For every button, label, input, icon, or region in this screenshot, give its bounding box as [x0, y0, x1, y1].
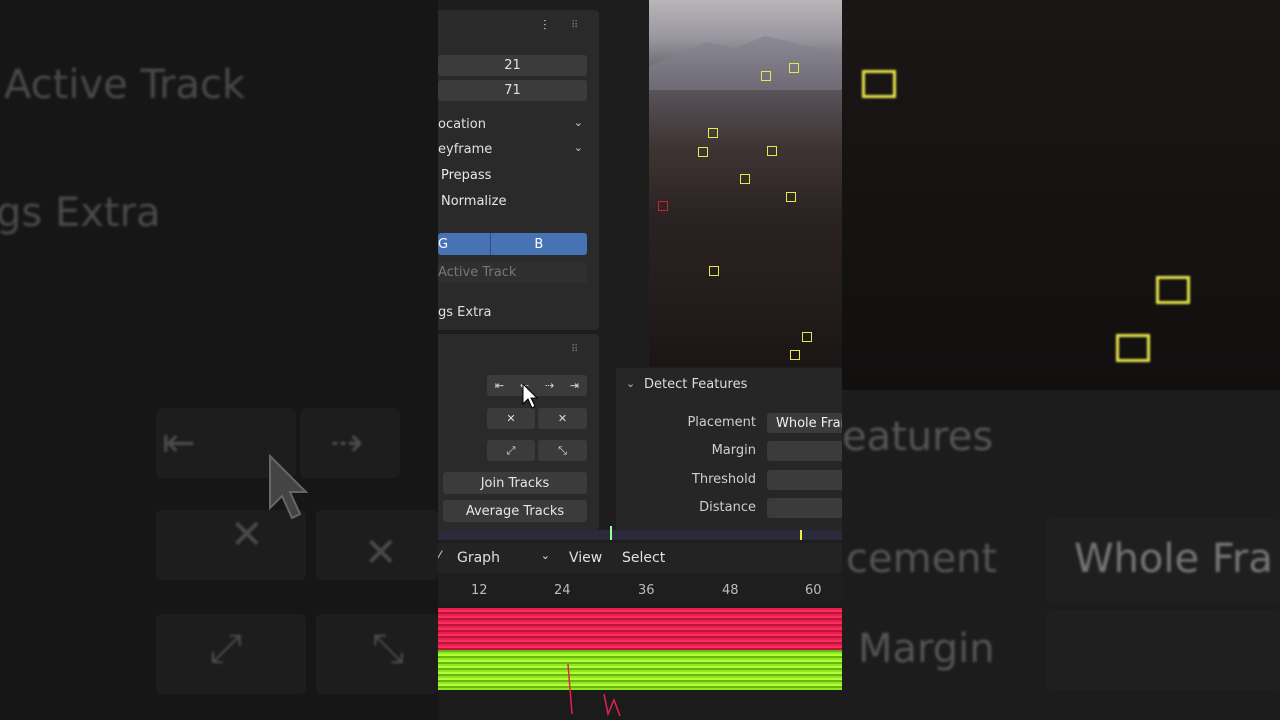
- background-right: eatures cement Whole Fra Margin: [842, 0, 1280, 720]
- margin-field[interactable]: [767, 441, 842, 461]
- ghost-whole-frame-text: Whole Fra: [1074, 536, 1273, 582]
- ghost-settings-extra-text: gs Extra: [0, 190, 161, 236]
- chevron-down-icon: ⌄: [573, 116, 583, 129]
- search-size-field[interactable]: 71: [438, 80, 587, 101]
- track-marker[interactable]: [790, 350, 800, 360]
- track-marker[interactable]: [786, 192, 796, 202]
- track-forward-icon[interactable]: ⇥: [570, 379, 579, 392]
- drag-handle-icon[interactable]: ⠿: [571, 20, 578, 31]
- track-marker: [1116, 334, 1150, 362]
- track-panel: ⠿ ⇤ ⇠ ⇢ ⇥ ✕ ✕ ⤢ ⤡ Join Tracks Average Tr…: [438, 334, 599, 530]
- ruler-tick: 60: [805, 583, 822, 598]
- refine-forward-icon: ⤡: [558, 443, 567, 457]
- track-marker[interactable]: [708, 128, 718, 138]
- mouse-cursor-icon: [522, 382, 539, 409]
- ruler-tick: 36: [638, 583, 655, 598]
- distance-label: Distance: [699, 500, 756, 515]
- mode-label: Graph: [457, 550, 500, 566]
- mouse-cursor-icon: [269, 453, 309, 520]
- collapse-chevron-icon[interactable]: ⌄: [626, 377, 635, 390]
- blender-clip-editor: ⫶ ⠿ 21 71 ocation ⌄ eyframe ⌄ Prepass No…: [438, 0, 842, 720]
- motion-model-dropdown[interactable]: ocation ⌄: [438, 114, 587, 135]
- ghost-active-track-text: Active Track: [4, 62, 246, 108]
- copy-from-active-track-button[interactable]: Active Track: [438, 262, 587, 283]
- match-dropdown[interactable]: eyframe ⌄: [438, 139, 587, 160]
- track-marker-disabled[interactable]: [658, 201, 668, 211]
- ghost-field: [1046, 610, 1280, 690]
- track-marker[interactable]: [802, 332, 812, 342]
- channel-toggle: G B: [438, 233, 587, 255]
- movie-clip-viewer[interactable]: [649, 0, 842, 367]
- settings-extra-header[interactable]: gs Extra: [438, 305, 491, 320]
- ghost-placement-text: cement: [846, 536, 998, 582]
- frame-ruler[interactable]: 12 24 36 48 60: [438, 576, 842, 604]
- chevron-down-icon: ⌄: [573, 141, 583, 154]
- motion-curves-graph[interactable]: [438, 604, 842, 720]
- jump-start-icon: ⇤: [162, 420, 196, 466]
- track-marker[interactable]: [740, 174, 750, 184]
- chevron-down-icon: ⌄: [540, 549, 550, 562]
- normalize-checkbox[interactable]: Normalize: [441, 194, 506, 209]
- detect-features-panel: ⌄ Detect Features Placement Whole Frame …: [616, 368, 842, 530]
- ruler-tick: 12: [471, 583, 488, 598]
- frame-indicator[interactable]: [610, 526, 612, 540]
- clear-after-button[interactable]: ✕: [538, 408, 587, 429]
- extend-icon: ⇢: [330, 420, 364, 466]
- join-icon: ⤢: [210, 626, 242, 672]
- error-curve: [567, 663, 621, 717]
- motion-model-value: ocation: [438, 117, 486, 132]
- margin-label: Margin: [711, 443, 756, 458]
- view-menu[interactable]: View: [569, 550, 602, 566]
- distance-field[interactable]: [767, 498, 842, 518]
- ghost-margin-text: Margin: [858, 626, 995, 672]
- threshold-label: Threshold: [691, 472, 756, 487]
- track-marker[interactable]: [709, 266, 719, 276]
- channel-b-toggle[interactable]: B: [490, 233, 587, 255]
- mountain-backdrop: [649, 36, 842, 90]
- track-next-frame-icon[interactable]: ⇢: [545, 379, 554, 392]
- track-marker: [1156, 276, 1190, 304]
- track-marker[interactable]: [698, 147, 708, 157]
- settings-sliders-icon[interactable]: ⫶: [543, 18, 547, 34]
- clear-before-button[interactable]: ✕: [487, 408, 535, 429]
- tracking-settings-panel: ⫶ ⠿ 21 71 ocation ⌄ eyframe ⌄ Prepass No…: [438, 10, 599, 330]
- mode-dropdown[interactable]: Graph ⌄: [448, 547, 552, 569]
- average-tracks-button[interactable]: Average Tracks: [443, 500, 587, 522]
- clear-after-icon: ✕: [557, 412, 568, 425]
- track-marker[interactable]: [767, 146, 777, 156]
- ruler-tick: 48: [722, 583, 739, 598]
- graph-header: ⁄ Graph ⌄ View Select: [438, 543, 842, 573]
- clear-before-icon: ✕: [506, 412, 516, 425]
- keyframe-marker: [800, 530, 802, 540]
- pattern-size-field[interactable]: 21: [438, 55, 587, 76]
- prepass-checkbox[interactable]: Prepass: [441, 168, 491, 183]
- track-marker[interactable]: [761, 71, 771, 81]
- clear-icon: ✕: [230, 512, 264, 558]
- ruler-tick: 24: [554, 583, 571, 598]
- join-icon: ⤡: [372, 626, 404, 672]
- refine-backward-icon: ⤢: [506, 443, 516, 457]
- join-tracks-button[interactable]: Join Tracks: [443, 472, 587, 494]
- track-marker[interactable]: [789, 63, 799, 73]
- refine-backward-button[interactable]: ⤢: [487, 440, 535, 461]
- drag-handle-icon[interactable]: ⠿: [571, 344, 578, 355]
- timeline-strip[interactable]: [438, 526, 842, 540]
- ghost-features-text: eatures: [842, 414, 994, 460]
- blurred-footage: [842, 0, 1280, 390]
- select-menu[interactable]: Select: [622, 550, 665, 566]
- graph-editor-icon[interactable]: ⁄: [438, 549, 440, 565]
- refine-forward-button[interactable]: ⤡: [538, 440, 587, 461]
- channel-g-toggle[interactable]: G: [438, 233, 491, 255]
- track-marker: [862, 70, 896, 98]
- detect-features-title[interactable]: Detect Features: [644, 377, 747, 392]
- threshold-field[interactable]: [767, 470, 842, 490]
- clear-icon: ✕: [364, 530, 398, 576]
- match-value: eyframe: [438, 142, 493, 157]
- track-backward-icon[interactable]: ⇤: [495, 379, 504, 392]
- background-left: Active Track gs Extra ⇤ ⇢ ✕ ✕ ⤢ ⤡: [0, 0, 438, 720]
- placement-label: Placement: [687, 415, 756, 430]
- placement-dropdown[interactable]: Whole Frame: [767, 413, 842, 433]
